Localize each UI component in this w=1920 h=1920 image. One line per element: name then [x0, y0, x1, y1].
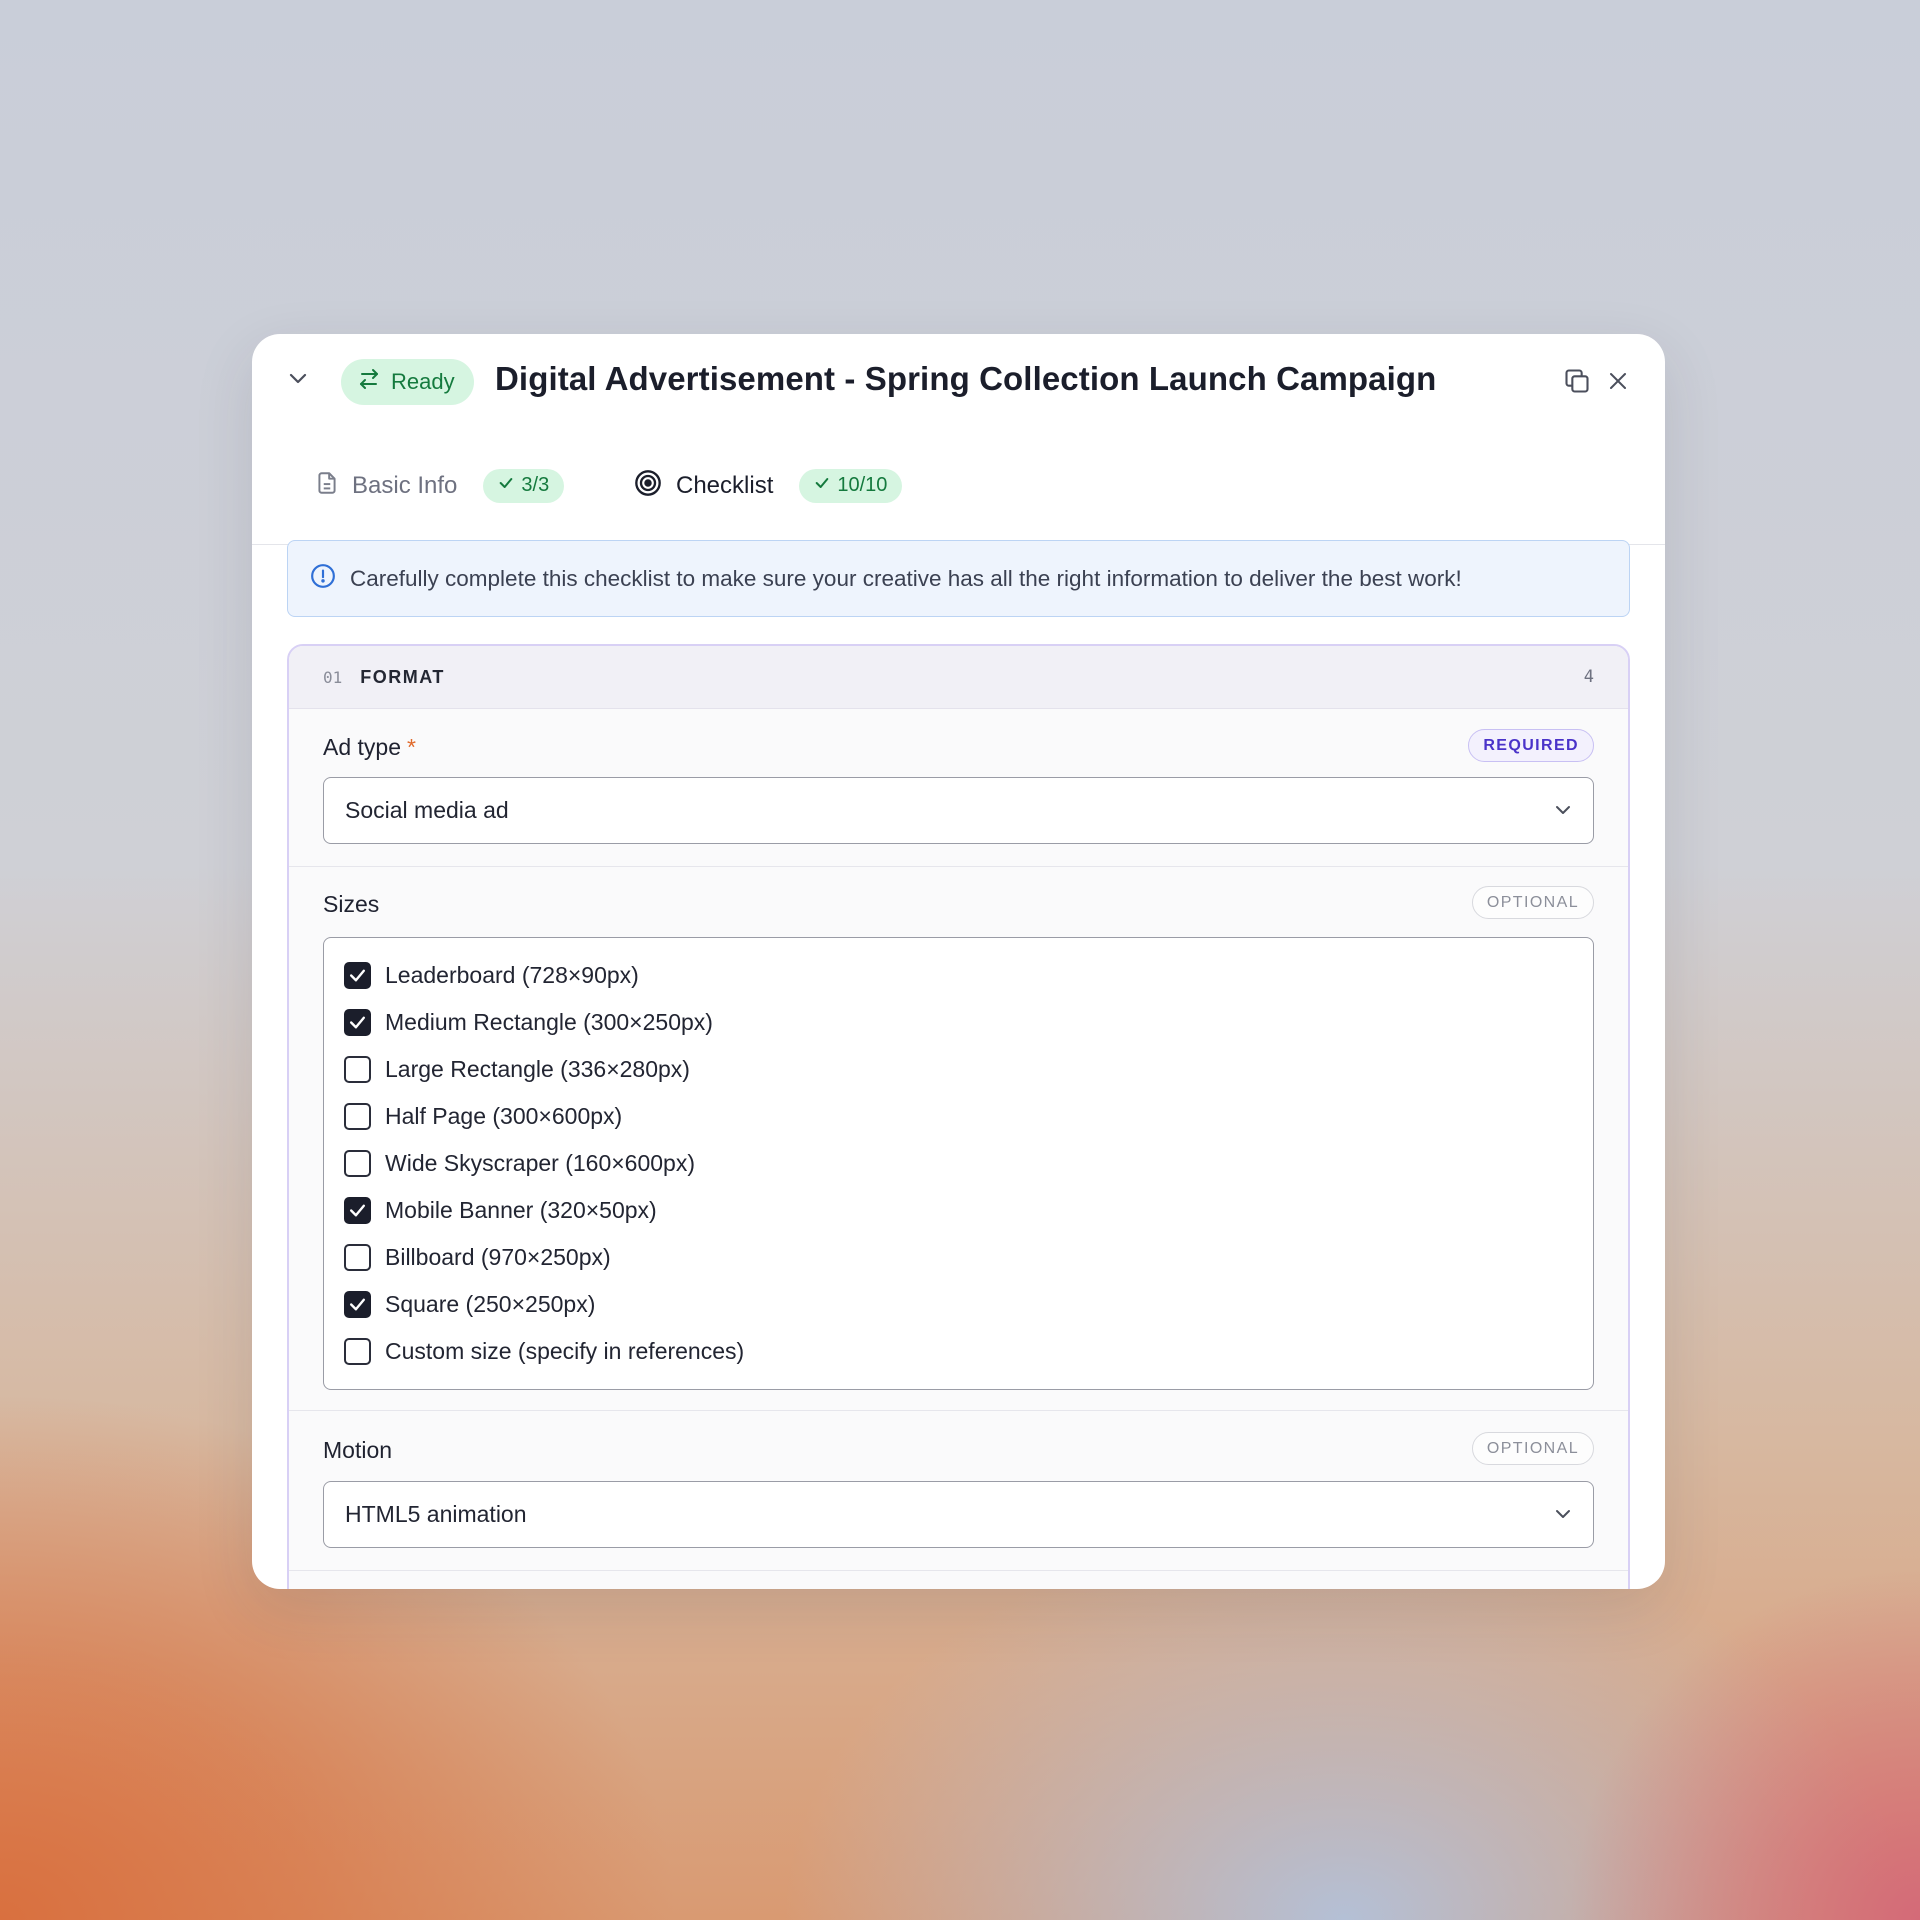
close-icon — [1606, 369, 1630, 398]
format-section: 01 FORMAT 4 Ad type * REQUIRED Social med… — [287, 644, 1630, 1589]
status-label: Ready — [391, 369, 455, 394]
section-number: 01 — [323, 667, 343, 687]
size-option-medium-rectangle[interactable]: Medium Rectangle (300×250px) — [344, 1005, 713, 1039]
check-icon — [814, 474, 830, 497]
collapse-button[interactable] — [286, 368, 310, 392]
duplicate-button[interactable] — [1562, 368, 1592, 398]
checkbox[interactable] — [344, 1290, 371, 1318]
size-option-label: Custom size (specify in references) — [385, 1337, 745, 1364]
tab-basic-info-label: Basic Info — [352, 471, 458, 499]
checkbox[interactable] — [344, 1337, 371, 1365]
size-option-half-page[interactable]: Half Page (300×600px) — [344, 1099, 622, 1133]
section-title: FORMAT — [360, 666, 445, 687]
section-item-count: 4 — [1583, 667, 1594, 687]
chevron-down-icon — [1551, 798, 1575, 828]
info-banner: Carefully complete this checklist to mak… — [287, 540, 1630, 617]
ad-type-select[interactable]: Social media ad — [323, 777, 1594, 844]
tab-checklist-label: Checklist — [676, 471, 774, 499]
motion-label: Motion — [323, 1437, 393, 1463]
page-title: Digital Advertisement - Spring Collectio… — [495, 360, 1437, 397]
size-option-label: Mobile Banner (320×50px) — [385, 1196, 657, 1223]
checkbox[interactable] — [344, 1196, 371, 1224]
size-option-label: Wide Skyscraper (160×600px) — [385, 1149, 696, 1176]
ad-type-value: Social media ad — [345, 797, 509, 823]
required-asterisk: * — [407, 734, 416, 760]
tab-basic-info-count: 3/3 — [521, 474, 550, 496]
size-option-label: Half Page (300×600px) — [385, 1102, 623, 1129]
section-header[interactable]: 01 FORMAT 4 — [289, 646, 1628, 709]
checkbox[interactable] — [344, 1149, 371, 1177]
info-icon — [310, 563, 336, 595]
checkmark-icon — [349, 1298, 366, 1310]
ad-type-field: Ad type * REQUIRED Social media ad — [289, 709, 1628, 867]
size-option-label: Billboard (970×250px) — [385, 1243, 611, 1270]
status-badge[interactable]: Ready — [341, 359, 474, 405]
tab-checklist[interactable]: Checklist 10/10 — [634, 426, 903, 545]
optional-tag: OPTIONAL — [1471, 1432, 1594, 1465]
checkbox[interactable] — [344, 1008, 371, 1036]
size-option-large-rectangle[interactable]: Large Rectangle (336×280px) — [344, 1052, 690, 1086]
size-option-label: Large Rectangle (336×280px) — [385, 1055, 690, 1082]
panel-header: Ready Digital Advertisement - Spring Col… — [252, 334, 1665, 426]
chevron-down-icon — [286, 366, 310, 395]
close-button[interactable] — [1603, 368, 1633, 398]
size-option-label: Square (250×250px) — [385, 1290, 596, 1317]
document-icon — [314, 470, 340, 501]
size-option-leaderboard[interactable]: Leaderboard (728×90px) — [344, 958, 639, 992]
checkbox[interactable] — [344, 1055, 371, 1083]
check-icon — [498, 474, 514, 497]
size-option-square[interactable]: Square (250×250px) — [344, 1287, 595, 1321]
tab-basic-info[interactable]: Basic Info 3/3 — [314, 426, 565, 545]
size-option-custom[interactable]: Custom size (specify in references) — [344, 1334, 744, 1368]
ad-type-label: Ad type * — [323, 734, 416, 760]
checkmark-icon — [349, 1204, 366, 1216]
copy-icon — [1563, 367, 1591, 400]
required-tag: REQUIRED — [1468, 729, 1594, 762]
size-option-billboard[interactable]: Billboard (970×250px) — [344, 1240, 611, 1274]
size-option-mobile-banner[interactable]: Mobile Banner (320×50px) — [344, 1193, 657, 1227]
size-option-label: Medium Rectangle (300×250px) — [385, 1008, 713, 1035]
swap-arrows-icon — [357, 367, 381, 397]
size-option-label: Leaderboard (728×90px) — [385, 961, 639, 988]
checkmark-icon — [349, 969, 366, 981]
motion-select[interactable]: HTML5 animation — [323, 1481, 1594, 1548]
task-panel: Ready Digital Advertisement - Spring Col… — [252, 334, 1665, 1589]
sizes-field: Sizes OPTIONAL Leaderboard (728×90px) Me… — [289, 867, 1628, 1411]
info-banner-text: Carefully complete this checklist to mak… — [350, 565, 1462, 591]
tab-basic-info-badge: 3/3 — [483, 468, 565, 503]
checkmark-icon — [349, 1016, 366, 1028]
sizes-label: Sizes — [323, 891, 380, 917]
checkbox[interactable] — [344, 1243, 371, 1271]
checkbox[interactable] — [344, 1102, 371, 1130]
chevron-down-icon — [1551, 1502, 1575, 1532]
motion-field: Motion OPTIONAL HTML5 animation — [289, 1411, 1628, 1571]
optional-tag: OPTIONAL — [1471, 886, 1594, 919]
checkbox[interactable] — [344, 961, 371, 989]
sizes-checkbox-list: Leaderboard (728×90px) Medium Rectangle … — [323, 937, 1594, 1390]
tab-bar: Basic Info 3/3 Checklist 10/10 — [252, 426, 1665, 545]
target-icon — [634, 469, 662, 502]
motion-value: HTML5 animation — [345, 1501, 527, 1527]
tab-checklist-badge: 10/10 — [799, 468, 903, 503]
tab-checklist-count: 10/10 — [837, 474, 888, 496]
size-option-wide-skyscraper[interactable]: Wide Skyscraper (160×600px) — [344, 1146, 695, 1180]
